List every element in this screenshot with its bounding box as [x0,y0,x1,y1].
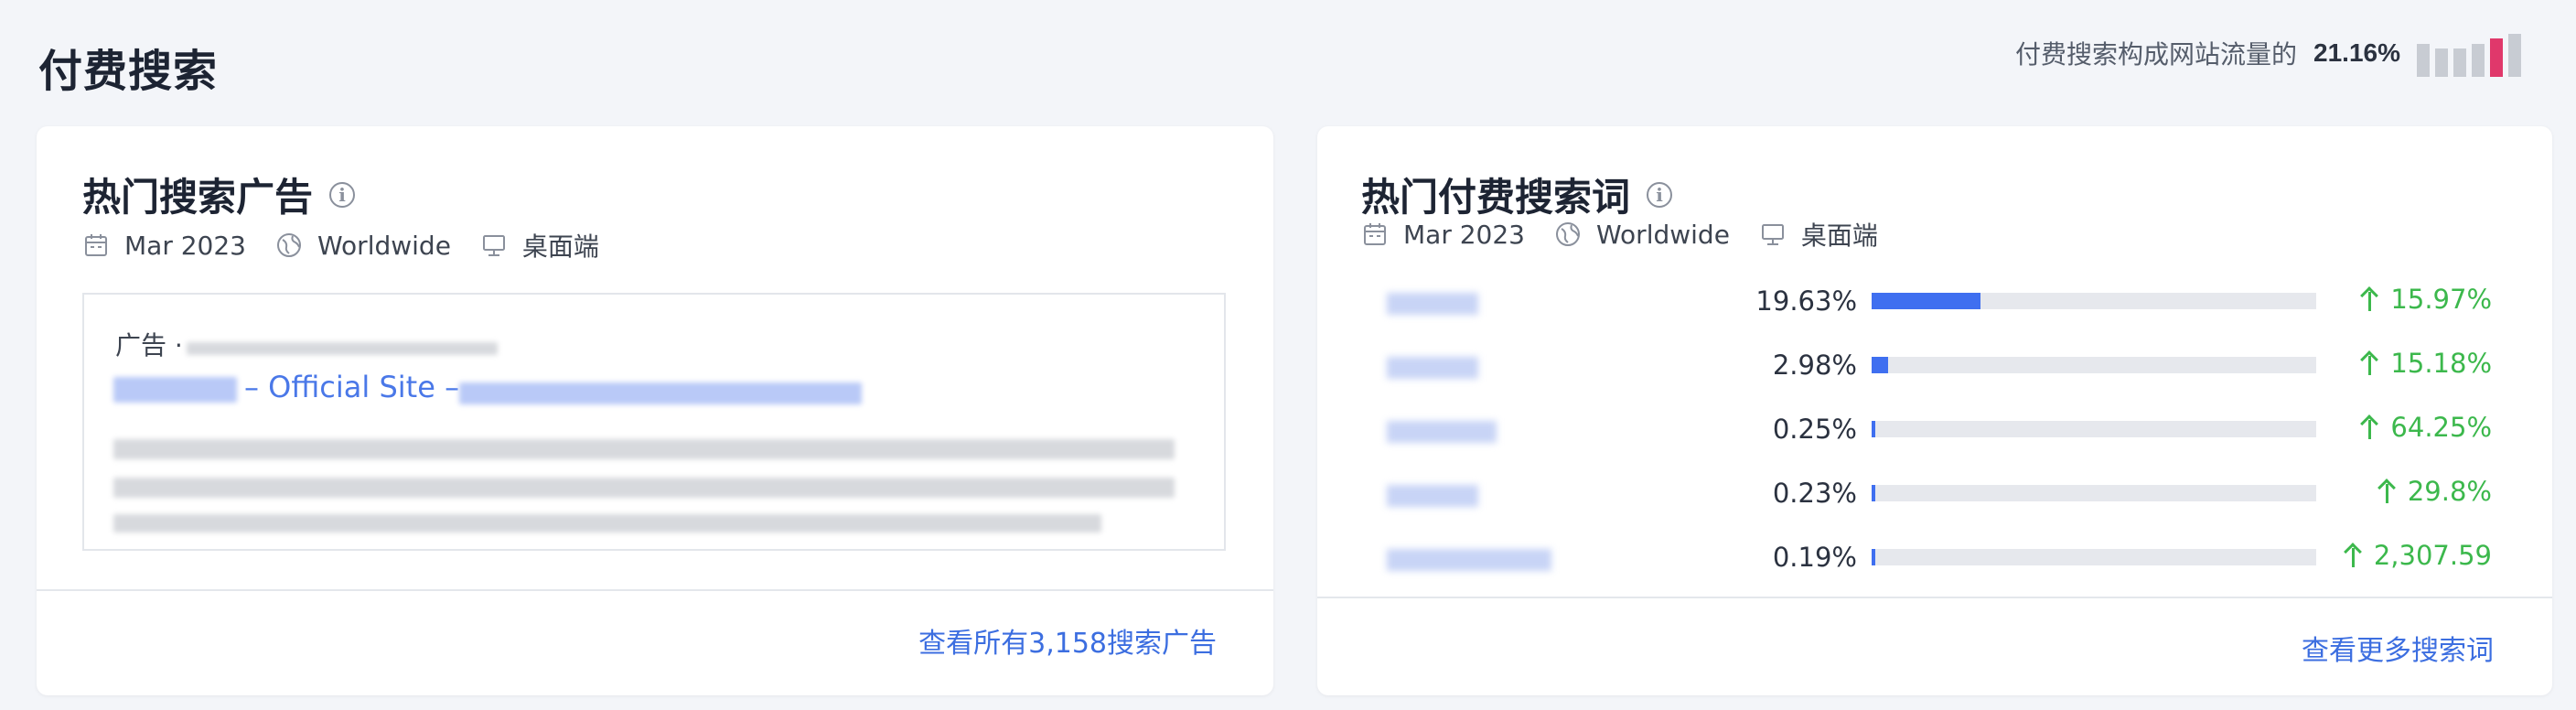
redacted-keyword[interactable] [1387,293,1478,315]
keyword-change-value: 15.18% [2390,348,2492,379]
arrow-up-icon [2361,415,2379,439]
keyword-change: 64.25% [2361,412,2492,443]
globe-icon [1554,221,1582,248]
redacted-ad-description-line [113,514,1101,532]
keyword-row[interactable]: 0.19% 2,307.59 [1317,532,2552,587]
device-label: 桌面端 [1800,221,1878,251]
keyword-change-value: 64.25% [2390,412,2492,443]
keyword-change: 29.8% [2378,476,2492,507]
redacted-ad-description-line [113,478,1175,498]
share-bar [2490,38,2503,77]
keyword-row[interactable]: 0.25% 64.25% [1317,404,2552,459]
card-title-text: 热门付费搜索词 [1361,175,1631,220]
share-bar [2453,48,2466,77]
card-title-text: 热门搜索广告 [82,175,314,220]
keyword-change-value: 2,307.59 [2373,540,2492,571]
traffic-share: 付费搜索构成网站流量的 21.16% [2015,29,2521,77]
date-label: Mar 2023 [1403,219,1525,250]
keyword-share-bar [1872,549,2316,565]
keyword-traffic-share: 2.98% [1772,350,1857,381]
device-label: 桌面端 [521,231,599,262]
calendar-icon [82,231,110,259]
arrow-up-icon [2361,351,2379,375]
keyword-change: 2,307.59 [2345,540,2492,571]
card-divider [1317,597,2552,598]
region-label: Worldwide [1596,219,1730,250]
share-bar [2435,48,2448,77]
card-divider [37,589,1273,591]
ad-headline-link[interactable]: – Official Site – [244,370,459,404]
card-meta: Mar 2023 Worldwide 桌面端 [1361,216,1891,253]
keyword-change: 15.97% [2361,284,2492,315]
card-title: 热门付费搜索词 i [1361,167,1673,222]
keyword-traffic-share: 0.19% [1772,542,1857,573]
top-search-ads-card: 热门搜索广告 i Mar 2023 Worldwide 桌面端 广告 · – O… [37,126,1273,695]
share-bar [2508,34,2521,77]
desktop-icon [1759,221,1787,248]
traffic-share-mini-chart [2417,29,2521,77]
redacted-ad-description-line [113,439,1175,459]
keyword-share-bar-fill [1872,485,1875,501]
keyword-traffic-share: 0.23% [1772,478,1857,509]
arrow-up-icon [2378,479,2397,503]
keyword-row[interactable]: 0.23% 29.8% [1317,468,2552,523]
redacted-ad-headline [459,382,862,404]
redacted-ad-brand [113,377,237,403]
keyword-share-bar-fill [1872,549,1875,565]
calendar-icon [1361,221,1389,248]
keyword-share-bar [1872,293,2316,309]
date-label: Mar 2023 [124,230,246,261]
keyword-row[interactable]: 2.98% 15.18% [1317,340,2552,395]
traffic-share-value: 21.16% [2313,38,2400,67]
arrow-up-icon [2345,543,2363,567]
share-bar [2417,44,2430,77]
redacted-keyword[interactable] [1387,357,1478,379]
globe-icon [275,231,303,259]
share-bar [2472,44,2485,77]
desktop-icon [480,231,508,259]
redacted-keyword[interactable] [1387,421,1497,443]
info-icon[interactable]: i [329,181,356,208]
ad-label: 广告 · [115,330,183,360]
redacted-ad-url [187,342,498,355]
keyword-share-bar [1872,421,2316,437]
keyword-share-bar [1872,485,2316,501]
card-title: 热门搜索广告 i [82,167,356,222]
keyword-share-bar [1872,357,2316,373]
ad-preview[interactable]: 广告 · – Official Site – [82,293,1226,551]
traffic-share-label: 付费搜索构成网站流量的 [2015,39,2298,70]
keyword-traffic-share: 0.25% [1772,414,1857,445]
keyword-change-value: 29.8% [2407,476,2492,507]
info-icon[interactable]: i [1647,181,1673,208]
keyword-change-value: 15.97% [2390,284,2492,315]
redacted-keyword[interactable] [1387,549,1551,571]
top-paid-keywords-card: 热门付费搜索词 i Mar 2023 Worldwide 桌面端 19.63% 1… [1317,126,2552,695]
redacted-keyword[interactable] [1387,485,1478,507]
keyword-change: 15.18% [2361,348,2492,379]
keyword-share-bar-fill [1872,293,1980,309]
arrow-up-icon [2361,287,2379,311]
keyword-traffic-share: 19.63% [1755,285,1857,317]
view-more-keywords-link[interactable]: 查看更多搜索词 [2302,628,2494,668]
page-title: 付费搜索 [38,46,219,97]
keyword-share-bar-fill [1872,421,1875,437]
keyword-row[interactable]: 19.63% 15.97% [1317,276,2552,331]
region-label: Worldwide [317,230,451,261]
card-meta: Mar 2023 Worldwide 桌面端 [82,227,612,264]
view-all-ads-link[interactable]: 查看所有3,158搜索广告 [918,620,1217,661]
keyword-share-bar-fill [1872,357,1888,373]
